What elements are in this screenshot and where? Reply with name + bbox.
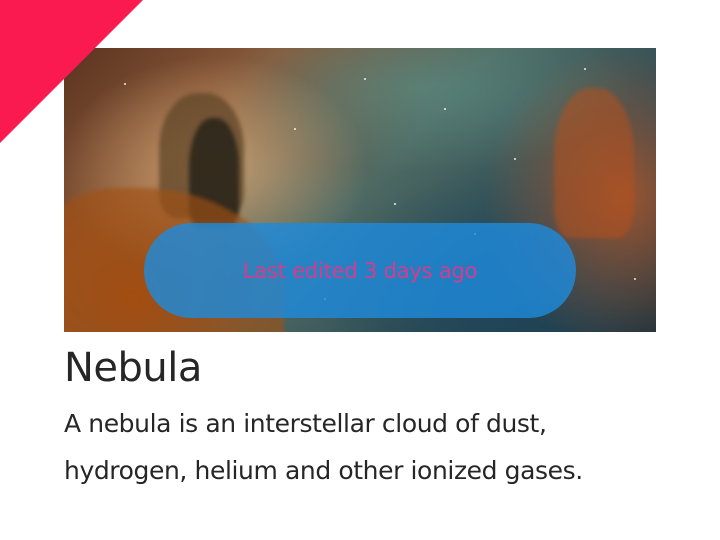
star	[364, 78, 366, 80]
nebula-image: Last edited 3 days ago	[64, 48, 656, 332]
star	[514, 158, 516, 160]
last-edited-badge: Last edited 3 days ago	[144, 223, 576, 318]
nebula-pillar-right	[554, 88, 634, 238]
star	[294, 128, 296, 130]
star	[394, 203, 396, 205]
star	[634, 278, 636, 280]
card-title: Nebula	[64, 345, 202, 391]
star	[444, 108, 446, 110]
card-description: A nebula is an interstellar cloud of dus…	[64, 409, 583, 485]
page: Last edited 3 days ago Nebula A nebula i…	[0, 0, 720, 540]
last-edited-text: Last edited 3 days ago	[242, 258, 478, 283]
card[interactable]: Last edited 3 days ago Nebula A nebula i…	[64, 48, 656, 494]
star	[124, 83, 126, 85]
star	[584, 68, 586, 70]
